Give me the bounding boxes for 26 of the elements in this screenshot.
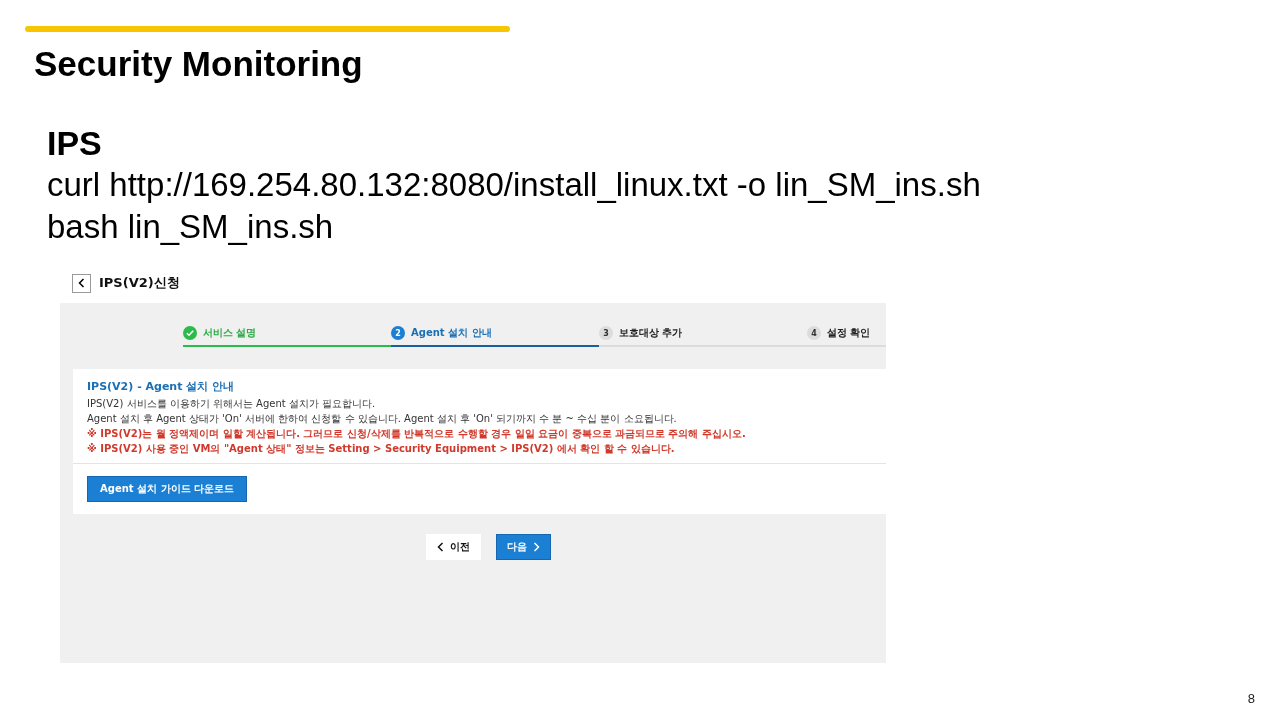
card-title: IPS(V2) - Agent 설치 안내 [87,379,236,394]
step-label: 설정 확인 [827,326,871,340]
warning-text: ※ IPS(V2)는 월 정액제이며 일할 계산됩니다. 그러므로 신청/삭제를 반복적으로 수행할 경우 일일 요금이 중복으로 과금되므로 주의해 주십시오. [87,427,747,440]
page-number: 8 [1247,691,1255,706]
chevron-right-icon [532,542,540,552]
command-line: bash lin_SM_ins.sh [47,207,335,247]
page-title: IPS(V2)신청 [99,274,180,292]
next-button[interactable]: 다음 [495,534,551,560]
step-label: 서비스 설명 [203,326,257,340]
warning-text: ※ IPS(V2) 사용 중인 VM의 "Agent 상태" 정보는 Setting > Security Equipment > IPS(V2) 에서 확인 할 수 있습니다. [87,442,676,455]
step-number: 4 [807,326,821,340]
step-number: 3 [599,326,613,340]
download-guide-button[interactable]: Agent 설치 가이드 다운로드 [87,476,248,502]
step-label: 보호대상 추가 [619,326,683,340]
back-button[interactable] [72,273,91,293]
chevron-left-icon [78,278,85,288]
previous-button[interactable]: 이전 [425,534,481,560]
check-circle-icon [183,326,197,340]
chevron-left-icon [436,542,444,552]
step-label: Agent 설치 안내 [411,326,492,340]
info-text: Agent 설치 후 Agent 상태가 'On' 서버에 한하여 신청할 수 있습니다. Agent 설치 후 'On' 되기까지 수 분 ~ 수십 분이 소요됩니다. [87,412,678,425]
step-number: 2 [391,326,405,340]
info-text: IPS(V2) 서비스를 이용하기 위해서는 Agent 설치가 필요합니다. [87,397,377,410]
section-heading: IPS [47,123,103,164]
slide-title: Security Monitoring [34,44,364,84]
command-line: curl http://169.254.80.132:8080/install_linux.txt -o lin_SM_ins.sh [47,165,982,205]
